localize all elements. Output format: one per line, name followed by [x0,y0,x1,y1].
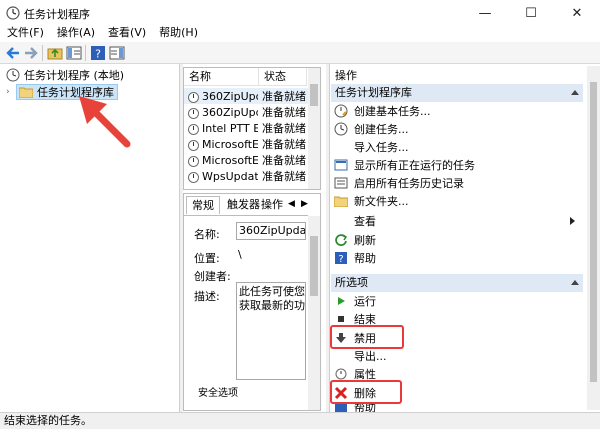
name-field[interactable]: 360ZipUpdater [236,222,306,240]
details-scrollbar[interactable] [308,216,320,410]
folder-icon [19,87,33,98]
tab-actions[interactable]: 操作 [256,196,288,214]
window-title: 任务计划程序 [24,8,90,21]
end-icon [338,316,344,322]
refresh-icon [335,234,348,246]
name-label: 名称: [194,228,220,241]
task-list: 名称 状态 360ZipUpd... 准备就绪 360ZipUpd... 准备就… [183,67,321,190]
action-view[interactable]: 查看 [331,212,583,230]
collapse-icon[interactable] [571,90,579,95]
task-row[interactable]: WpsUpdat... 准备就绪 [184,168,308,184]
security-options-label: 安全选项 [198,388,238,399]
action-enable-history[interactable]: 启用所有任务历史记录 [331,174,583,192]
location-label: 位置: [194,252,220,265]
running-tasks-icon [334,159,348,171]
close-button[interactable]: ✕ [554,0,600,26]
location-value: \ [238,248,242,261]
navigation-tree: 任务计划程序 (本地) › 任务计划程序库 [0,64,180,412]
task-clock-icon [188,139,199,151]
group-selected-header[interactable]: 所选项 [331,274,583,292]
show-hide-tree-icon[interactable] [66,45,82,61]
action-run[interactable]: 运行 [331,292,583,310]
action-export[interactable]: 导出... [331,347,583,365]
menu-bar: 文件(F) 操作(A) 查看(V) 帮助(H) [0,26,600,42]
group-library-header[interactable]: 任务计划程序库 [331,84,583,102]
tab-left-icon[interactable]: ◀ [288,199,295,209]
minimize-button[interactable]: — [462,0,508,26]
forward-arrow-icon[interactable] [23,45,39,61]
action-help[interactable]: ? 帮助 [331,249,583,267]
highlight-delete [330,380,402,404]
maximize-button[interactable]: ☐ [508,0,554,26]
action-create-basic-task[interactable]: 创建基本任务... [331,102,583,120]
description-field[interactable]: 此任务可使您安 获取最新的功能 [236,282,306,380]
task-details: 常规 触发器 操作 ◀ ▶ 名称: 360ZipUpdater 位置: \ 创建… [183,193,321,411]
folder-icon [334,196,348,207]
action-refresh[interactable]: 刷新 [331,231,583,249]
task-row[interactable]: 360ZipUpd... 准备就绪 [184,88,308,104]
task-list-scrollbar[interactable] [308,68,320,189]
tree-root-label: 任务计划程序 (本地) [24,69,125,82]
clock-icon [6,68,20,82]
menu-action[interactable]: 操作(A) [50,26,101,42]
tab-general[interactable]: 常规 [186,196,220,214]
history-icon [334,177,348,189]
annotation-arrow [79,96,131,148]
svg-text:?: ? [95,48,101,61]
task-clock-icon [188,107,199,119]
actions-header: 操作 [331,68,583,84]
actions-scrollbar[interactable] [587,66,600,410]
task-row[interactable]: 360ZipUpd... 准备就绪 [184,104,308,120]
expand-chevron-icon[interactable]: › [6,87,16,97]
action-create-task[interactable]: 创建任务... [331,120,583,138]
menu-file[interactable]: 文件(F) [0,26,50,42]
status-bar: 结束选择的任务。 [0,412,600,429]
action-new-folder[interactable]: 新文件夹... [331,192,583,210]
action-show-running[interactable]: 显示所有正在运行的任务 [331,156,583,174]
task-clock-icon [188,123,199,135]
task-clock-icon [188,155,199,167]
menu-view[interactable]: 查看(V) [101,26,152,42]
author-label: 创建者: [194,270,231,283]
action-import-task[interactable]: 导入任务... [331,138,583,156]
back-arrow-icon[interactable] [5,45,21,61]
create-basic-task-icon [334,104,348,118]
help-icon: ? [335,252,347,265]
task-clock-icon [188,171,199,183]
actions-pane: 操作 任务计划程序库 创建基本任务... 创建任务... 导入任务... 显示所… [329,64,600,412]
svg-text:?: ? [338,254,343,265]
title-bar: 任务计划程序 — ☐ ✕ [0,0,600,26]
task-scheduler-app-icon [6,6,20,20]
task-clock-icon [188,91,199,103]
properties-icon [335,368,347,380]
collapse-icon[interactable] [571,280,579,285]
description-label: 描述: [194,290,220,303]
toolbar: ? [0,42,600,64]
tab-right-icon[interactable]: ▶ [301,199,308,209]
show-hide-action-pane-icon[interactable] [109,45,125,61]
column-header-name[interactable]: 名称 [184,68,259,86]
up-folder-icon[interactable] [47,45,63,61]
highlight-disable [330,325,404,349]
task-row[interactable]: MicrosoftE... 准备就绪 [184,136,308,152]
submenu-arrow-icon [570,217,575,225]
create-task-icon [334,122,348,136]
column-header-status[interactable]: 状态 [259,68,307,86]
run-icon [338,297,345,305]
task-row[interactable]: MicrosoftE... 准备就绪 [184,152,308,168]
help-toolbar-icon[interactable]: ? [90,45,106,61]
tree-root[interactable]: 任务计划程序 (本地) [6,67,124,83]
task-row[interactable]: Intel PTT E... 准备就绪 [184,120,308,136]
menu-help[interactable]: 帮助(H) [152,26,204,42]
